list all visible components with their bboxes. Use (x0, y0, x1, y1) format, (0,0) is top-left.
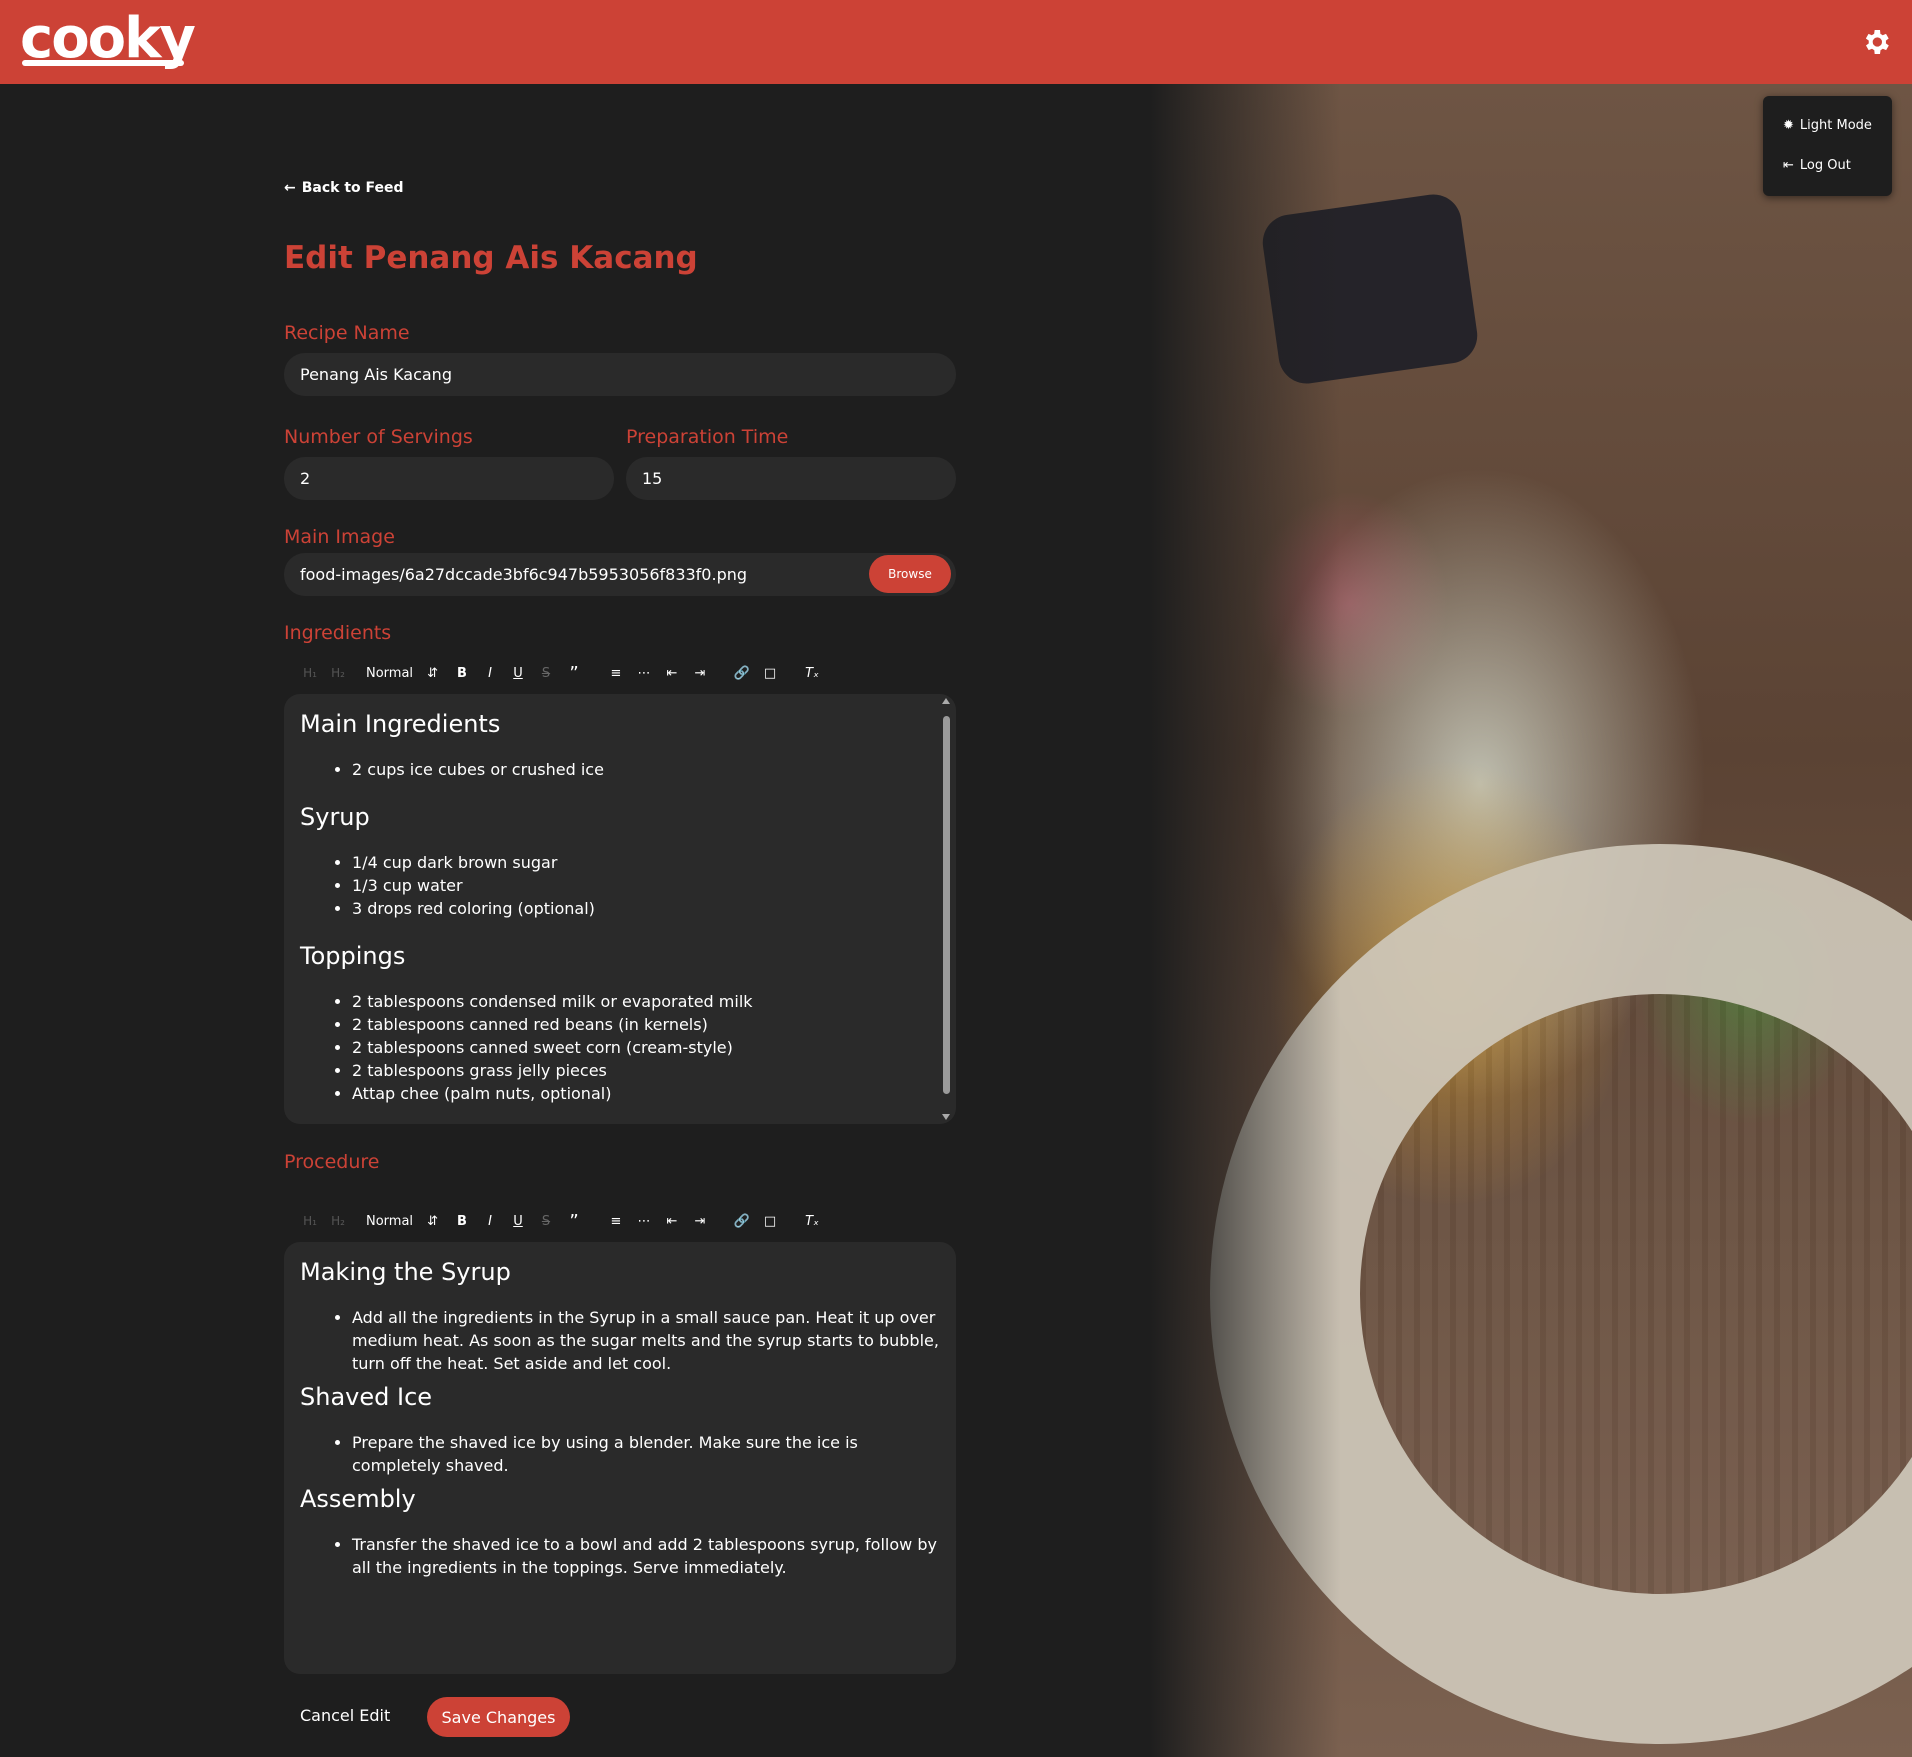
format-select[interactable]: Normal ⇵ (352, 1214, 448, 1229)
updown-icon: ⇵ (427, 1213, 438, 1229)
quote-button[interactable]: ” (560, 663, 588, 684)
clear-format-icon[interactable]: Tₓ (798, 666, 826, 681)
scroll-down-icon[interactable] (942, 1114, 950, 1120)
indent-icon[interactable]: ⇥ (686, 1214, 714, 1229)
image-icon[interactable]: □ (756, 1214, 784, 1229)
procedure-editor[interactable]: Making the Syrup Add all the ingredients… (284, 1242, 956, 1674)
ingredients-heading-toppings: Toppings (300, 942, 406, 970)
underline-button[interactable]: U (504, 666, 532, 681)
prep-time-label: Preparation Time (626, 426, 789, 448)
list-item: 2 tablespoons canned sweet corn (cream-s… (352, 1036, 940, 1059)
photo-fade (1150, 84, 1912, 1757)
list-item: 2 tablespoons condensed milk or evaporat… (352, 990, 940, 1013)
log-out-icon: ⇤ (1783, 158, 1794, 173)
ingredients-scrollbar[interactable] (940, 698, 952, 1120)
recipe-name-label: Recipe Name (284, 322, 410, 344)
italic-button[interactable]: I (476, 1214, 504, 1229)
logo-underline (22, 60, 184, 66)
procedure-shaved-ice-list: Prepare the shaved ice by using a blende… (300, 1431, 940, 1477)
ingredients-editor[interactable]: Main Ingredients 2 cups ice cubes or cru… (284, 694, 956, 1124)
image-icon[interactable]: □ (756, 666, 784, 681)
format-select-value: Normal (366, 1213, 414, 1229)
updown-icon: ⇵ (427, 665, 438, 681)
prep-time-input[interactable]: 15 (626, 457, 956, 500)
back-to-feed-link[interactable]: ← Back to Feed (284, 180, 404, 196)
clear-format-icon[interactable]: Tₓ (798, 1214, 826, 1229)
recipe-name-input[interactable]: Penang Ais Kacang (284, 353, 956, 396)
log-out-item[interactable]: ⇤ Log Out (1783, 158, 1851, 173)
bullet-list-icon[interactable]: ⋯ (630, 1214, 658, 1229)
ingredients-toolbar: H₁ H₂ Normal ⇵ B I U S ” ≡ ⋯ ⇤ ⇥ 🔗 □ Tₓ (296, 662, 826, 684)
procedure-toolbar: H₁ H₂ Normal ⇵ B I U S ” ≡ ⋯ ⇤ ⇥ 🔗 □ Tₓ (296, 1210, 826, 1232)
log-out-label: Log Out (1799, 158, 1851, 173)
ingredients-label: Ingredients (284, 622, 392, 644)
back-label: Back to Feed (301, 180, 404, 196)
main-image-input[interactable]: food-images/6a27dccade3bf6c947b5953056f8… (284, 553, 956, 596)
light-mode-item[interactable]: ✹ Light Mode (1783, 118, 1872, 133)
indent-icon[interactable]: ⇥ (686, 666, 714, 681)
h1-button[interactable]: H₁ (296, 666, 324, 680)
top-bar: cooky (0, 0, 1912, 84)
ingredients-syrup-list: 1/4 cup dark brown sugar 1/3 cup water 3… (300, 851, 940, 920)
strike-button[interactable]: S (532, 666, 560, 681)
format-select[interactable]: Normal ⇵ (352, 666, 448, 681)
scroll-thumb[interactable] (943, 716, 950, 1094)
recipe-photo (1150, 84, 1912, 1757)
page-title: Edit Penang Ais Kacang (284, 240, 698, 276)
procedure-heading-assembly: Assembly (300, 1485, 416, 1513)
ordered-list-icon[interactable]: ≡ (602, 1214, 630, 1229)
servings-label: Number of Servings (284, 426, 473, 448)
light-mode-label: Light Mode (1799, 118, 1872, 133)
list-item: Add all the ingredients in the Syrup in … (352, 1306, 940, 1375)
list-item: 1/4 cup dark brown sugar (352, 851, 940, 874)
procedure-label: Procedure (284, 1151, 380, 1173)
scroll-up-icon[interactable] (942, 698, 950, 704)
outdent-icon[interactable]: ⇤ (658, 1214, 686, 1229)
link-icon[interactable]: 🔗 (728, 666, 756, 681)
list-item: Attap chee (palm nuts, optional) (352, 1082, 940, 1105)
list-item: 2 tablespoons grass jelly pieces (352, 1059, 940, 1082)
settings-menu: ✹ Light Mode ⇤ Log Out (1763, 96, 1892, 196)
main-image-label: Main Image (284, 526, 395, 548)
h2-button[interactable]: H₂ (324, 1214, 352, 1228)
italic-button[interactable]: I (476, 666, 504, 681)
gear-icon[interactable] (1860, 26, 1892, 58)
ingredients-toppings-list: 2 tablespoons condensed milk or evaporat… (300, 990, 940, 1105)
procedure-assembly-list: Transfer the shaved ice to a bowl and ad… (300, 1533, 940, 1579)
save-changes-button[interactable]: Save Changes (427, 1697, 570, 1737)
list-item: Prepare the shaved ice by using a blende… (352, 1431, 940, 1477)
quote-button[interactable]: ” (560, 1211, 588, 1232)
arrow-left-icon: ← (284, 180, 296, 196)
format-select-value: Normal (366, 665, 414, 681)
procedure-syrup-list: Add all the ingredients in the Syrup in … (300, 1306, 940, 1375)
bullet-list-icon[interactable]: ⋯ (630, 666, 658, 681)
strike-button[interactable]: S (532, 1214, 560, 1229)
ordered-list-icon[interactable]: ≡ (602, 666, 630, 681)
bold-button[interactable]: B (448, 1214, 476, 1229)
ingredients-heading-main: Main Ingredients (300, 710, 501, 738)
list-item: 1/3 cup water (352, 874, 940, 897)
procedure-heading-syrup: Making the Syrup (300, 1258, 511, 1286)
list-item: 3 drops red coloring (optional) (352, 897, 940, 920)
bold-button[interactable]: B (448, 666, 476, 681)
link-icon[interactable]: 🔗 (728, 1214, 756, 1229)
ingredients-main-list: 2 cups ice cubes or crushed ice (300, 758, 940, 781)
sun-icon: ✹ (1783, 118, 1794, 133)
list-item: Transfer the shaved ice to a bowl and ad… (352, 1533, 940, 1579)
ingredients-heading-syrup: Syrup (300, 803, 370, 831)
servings-input[interactable]: 2 (284, 457, 614, 500)
procedure-heading-shaved-ice: Shaved Ice (300, 1383, 433, 1411)
h2-button[interactable]: H₂ (324, 666, 352, 680)
list-item: 2 tablespoons canned red beans (in kerne… (352, 1013, 940, 1036)
browse-button[interactable]: Browse (869, 555, 951, 593)
cancel-edit-button[interactable]: Cancel Edit (300, 1706, 390, 1725)
outdent-icon[interactable]: ⇤ (658, 666, 686, 681)
list-item: 2 cups ice cubes or crushed ice (352, 758, 940, 781)
underline-button[interactable]: U (504, 1214, 532, 1229)
h1-button[interactable]: H₁ (296, 1214, 324, 1228)
